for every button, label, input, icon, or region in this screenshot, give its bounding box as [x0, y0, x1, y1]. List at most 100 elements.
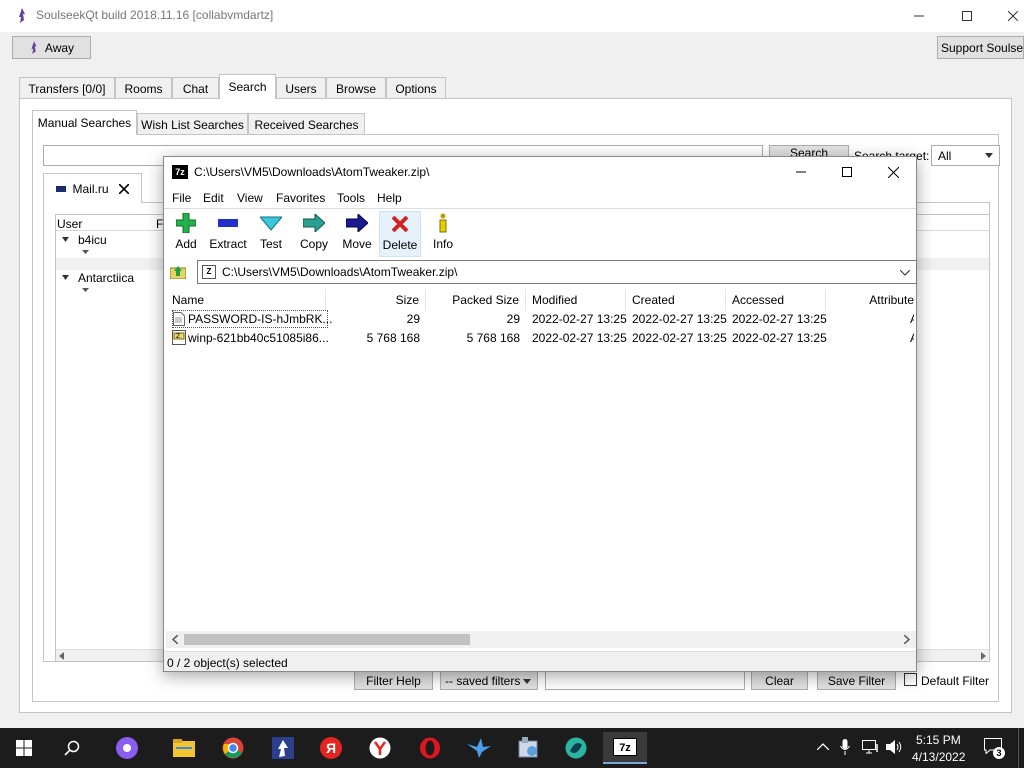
extract-button[interactable]: Extract — [207, 211, 249, 257]
scroll-thumb[interactable] — [184, 634, 470, 645]
col-modified[interactable]: Modified — [532, 289, 626, 311]
start-button[interactable] — [4, 732, 44, 764]
sevenzip-window: 7z C:\Users\VM5\Downloads\AtomTweaker.zi… — [163, 156, 917, 672]
bird-app-button[interactable] — [459, 732, 499, 764]
microphone-icon[interactable] — [840, 739, 850, 755]
show-hidden-icons-button[interactable] — [817, 743, 829, 750]
default-filter-checkbox[interactable] — [904, 673, 917, 686]
info-button[interactable]: Info — [422, 211, 464, 257]
action-center-button[interactable]: 3 — [984, 738, 1005, 759]
close-tab-icon[interactable] — [118, 183, 129, 194]
table-row[interactable]: Z winp-621bb40c51085i86... 5 768 168 5 7… — [166, 329, 914, 348]
col-created[interactable]: Created — [632, 289, 726, 311]
scroll-right-icon[interactable] — [981, 652, 986, 660]
delete-button[interactable]: Delete — [379, 211, 421, 257]
alice-icon — [116, 737, 138, 759]
minimize-icon — [796, 171, 806, 173]
folder-icon — [173, 739, 195, 757]
scroll-left-icon[interactable] — [172, 635, 178, 644]
close-icon — [1008, 11, 1018, 21]
tab-rooms[interactable]: Rooms — [115, 77, 172, 99]
tab-browse[interactable]: Browse — [326, 77, 386, 99]
result-tab-mailru[interactable]: Mail.ru — [43, 173, 142, 203]
save-filter-button[interactable]: Save Filter — [817, 671, 896, 690]
address-bar[interactable]: Z C:\Users\VM5\Downloads\AtomTweaker.zip… — [197, 260, 917, 284]
search-target-select[interactable]: All — [931, 145, 1000, 166]
sevenzip-minimize-button[interactable] — [778, 157, 824, 187]
test-button[interactable]: Test — [250, 211, 292, 257]
sevenzip-maximize-button[interactable] — [824, 157, 870, 187]
search-button[interactable] — [52, 732, 92, 764]
green-app-icon — [565, 737, 587, 759]
menu-help[interactable]: Help — [377, 191, 402, 205]
app-green-button[interactable] — [556, 732, 596, 764]
add-button[interactable]: Add — [165, 211, 207, 257]
away-button[interactable]: Away — [12, 36, 91, 59]
status-bar: 0 / 2 object(s) selected — [164, 651, 916, 671]
opera-button[interactable] — [410, 732, 450, 764]
show-desktop-button[interactable] — [1018, 728, 1024, 768]
sevenzip-horizontal-scrollbar[interactable] — [166, 631, 916, 648]
copy-button[interactable]: Copy — [293, 211, 335, 257]
move-button[interactable]: Move — [336, 211, 378, 257]
col-packed-size[interactable]: Packed Size — [426, 289, 526, 311]
col-size[interactable]: Size — [326, 289, 426, 311]
sevenzip-taskbar-button[interactable]: 7z — [603, 732, 647, 764]
network-icon[interactable] — [862, 740, 880, 754]
sevenzip-taskbar-icon: 7z — [613, 738, 637, 756]
tab-users[interactable]: Users — [276, 77, 326, 99]
tab-received-searches[interactable]: Received Searches — [248, 113, 365, 135]
expand-arrow-icon — [62, 237, 69, 242]
col-user[interactable]: User — [57, 217, 82, 231]
maximize-button[interactable] — [944, 0, 990, 32]
soulseek-taskbar-icon — [272, 737, 294, 759]
tab-wish-list-searches[interactable]: Wish List Searches — [137, 113, 248, 135]
soulseek-taskbar-button[interactable] — [263, 732, 303, 764]
scroll-left-icon[interactable] — [59, 652, 64, 660]
volume-icon[interactable] — [886, 740, 904, 754]
scroll-right-icon[interactable] — [904, 635, 910, 644]
menu-favorites[interactable]: Favorites — [276, 191, 325, 205]
text-file-icon — [173, 312, 185, 326]
file-explorer-button[interactable] — [164, 732, 204, 764]
opera-icon — [420, 737, 440, 759]
clock-date[interactable]: 4/13/2022 — [912, 750, 965, 764]
minimize-button[interactable] — [896, 0, 942, 32]
menu-tools[interactable]: Tools — [337, 191, 365, 205]
sevenzip-close-button[interactable] — [870, 157, 916, 187]
folder-up-icon — [170, 266, 186, 279]
tab-manual-searches[interactable]: Manual Searches — [32, 110, 137, 135]
filter-input[interactable] — [545, 671, 745, 690]
copy-icon — [303, 214, 325, 232]
col-attribute[interactable]: Attribute — [832, 289, 914, 311]
chevron-down-icon[interactable] — [900, 270, 910, 276]
tools-app-button[interactable] — [508, 732, 548, 764]
clock-time[interactable]: 5:15 PM — [916, 733, 961, 747]
soulseek-titlebar[interactable]: SoulseekQt build 2018.11.16 [collabvmdar… — [0, 0, 1024, 32]
support-soulseek-button[interactable]: Support Soulseek — [937, 36, 1024, 59]
tab-search[interactable]: Search — [219, 74, 276, 99]
folder-up-button[interactable] — [168, 261, 188, 283]
menu-edit[interactable]: Edit — [203, 191, 224, 205]
filter-help-button[interactable]: Filter Help — [354, 671, 433, 690]
soulseek-bird-icon — [19, 8, 25, 23]
chrome-button[interactable] — [213, 732, 253, 764]
clear-button[interactable]: Clear — [751, 671, 808, 690]
col-accessed[interactable]: Accessed — [732, 289, 826, 311]
maximize-icon — [962, 11, 972, 21]
close-button[interactable] — [990, 0, 1024, 32]
alice-assistant-button[interactable] — [107, 732, 147, 764]
bird-icon — [467, 738, 491, 758]
menu-view[interactable]: View — [237, 191, 263, 205]
yandex-browser-button[interactable]: Я — [311, 732, 351, 764]
table-row[interactable]: PASSWORD-IS-hJmbRK... 29 29 2022-02-27 1… — [166, 310, 914, 329]
col-name[interactable]: Name — [172, 289, 326, 311]
tab-transfers[interactable]: Transfers [0/0] — [19, 77, 115, 99]
chevron-down-icon — [523, 679, 531, 684]
yandex-y-button[interactable] — [360, 732, 400, 764]
tab-options[interactable]: Options — [386, 77, 446, 99]
menu-file[interactable]: File — [172, 191, 191, 205]
tab-chat[interactable]: Chat — [172, 77, 219, 99]
move-icon — [346, 214, 368, 232]
saved-filters-select[interactable]: -- saved filters — [440, 671, 538, 690]
